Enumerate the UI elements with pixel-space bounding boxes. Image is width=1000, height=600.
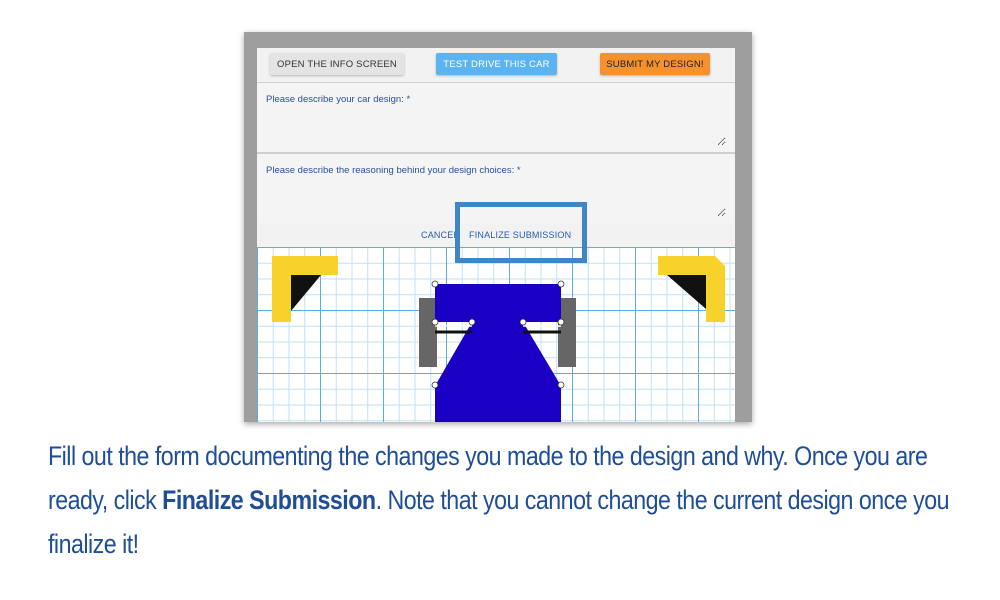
left-bumper-shadow xyxy=(291,275,321,311)
control-handle[interactable] xyxy=(431,318,439,326)
finalize-highlight-box xyxy=(455,202,587,263)
design-description-field[interactable]: Please describe your car design: * xyxy=(257,82,735,153)
test-drive-button[interactable]: TEST DRIVE THIS CAR xyxy=(436,53,557,75)
control-handle[interactable] xyxy=(557,381,565,389)
design-canvas[interactable] xyxy=(257,247,735,422)
car-body-lower[interactable] xyxy=(435,322,561,422)
car-body-top[interactable] xyxy=(435,284,561,322)
control-handle[interactable] xyxy=(431,280,439,288)
control-handle[interactable] xyxy=(557,318,565,326)
instruction-bold: Finalize Submission xyxy=(162,485,376,515)
design-description-label: Please describe your car design: * xyxy=(266,94,411,105)
right-bumper-shadow xyxy=(667,275,706,309)
car-drawing[interactable] xyxy=(257,247,735,422)
open-info-screen-button[interactable]: OPEN THE INFO SCREEN xyxy=(270,53,404,75)
submit-design-button[interactable]: SUBMIT MY DESIGN! xyxy=(600,53,710,75)
design-description-input[interactable] xyxy=(266,109,726,146)
design-reasoning-label: Please describe the reasoning behind you… xyxy=(266,165,521,176)
control-handle[interactable] xyxy=(431,381,439,389)
control-handle[interactable] xyxy=(519,318,527,326)
control-handle[interactable] xyxy=(468,318,476,326)
control-handle[interactable] xyxy=(557,280,565,288)
instruction-text: Fill out the form documenting the change… xyxy=(48,434,960,566)
left-wheel[interactable] xyxy=(419,298,437,367)
toolbar: OPEN THE INFO SCREEN TEST DRIVE THIS CAR… xyxy=(257,48,735,82)
